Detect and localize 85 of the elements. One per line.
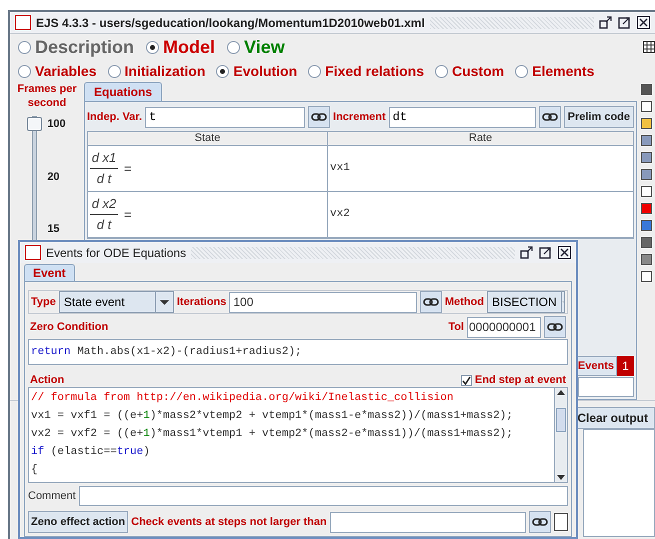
link-button[interactable] bbox=[420, 291, 442, 313]
slider-label: Frames per second bbox=[16, 82, 78, 110]
column-header: Rate bbox=[468, 132, 494, 145]
scroll-up-icon[interactable] bbox=[557, 390, 565, 395]
derivative-denominator: d t bbox=[96, 171, 112, 187]
link-icon bbox=[547, 322, 563, 332]
column-header: State bbox=[88, 132, 328, 145]
caret-icon bbox=[560, 292, 564, 312]
section-tab-label[interactable]: Fixed relations bbox=[325, 60, 424, 82]
type-dropdown[interactable]: State event bbox=[58, 291, 174, 313]
rate-cell-text: vx1 bbox=[330, 161, 350, 176]
field-label: Method bbox=[444, 294, 484, 310]
link-button[interactable] bbox=[529, 511, 551, 533]
restore-icon[interactable] bbox=[520, 246, 533, 260]
app-icon bbox=[15, 15, 31, 30]
code-editor[interactable]: return Math.abs(x1-x2)-(radius1+radius2); bbox=[28, 339, 568, 365]
equals-sign: = bbox=[124, 206, 132, 224]
link-icon bbox=[311, 112, 328, 122]
field-label: Tol bbox=[448, 320, 464, 335]
radio-button[interactable] bbox=[18, 40, 31, 54]
events-count-badge: 1 bbox=[617, 356, 634, 376]
derivative-denominator: d t bbox=[96, 217, 112, 233]
field-label: Comment bbox=[28, 488, 76, 504]
field-label: Zero Condition bbox=[30, 320, 108, 335]
link-button[interactable] bbox=[308, 106, 330, 128]
close-icon[interactable] bbox=[637, 16, 650, 29]
window-title: EJS 4.3.3 - users/sgeducation/lookang/Momentum1D2010web01.xml bbox=[36, 14, 425, 32]
slider-thumb[interactable] bbox=[27, 117, 42, 131]
field-label: Indep. Var. bbox=[87, 110, 142, 125]
link-icon bbox=[532, 517, 548, 527]
link-button[interactable] bbox=[538, 106, 561, 128]
input-field[interactable]: 0000000001 bbox=[467, 316, 541, 338]
tick-label: 15 bbox=[47, 222, 61, 237]
section-tab-label[interactable]: Evolution bbox=[233, 60, 298, 82]
scrollbar-thumb[interactable] bbox=[556, 408, 566, 432]
radio-button[interactable] bbox=[308, 64, 322, 78]
maximize-icon[interactable] bbox=[618, 16, 631, 29]
field-label: Increment bbox=[333, 110, 386, 125]
checkbox[interactable] bbox=[460, 374, 472, 386]
equals-sign: = bbox=[124, 160, 132, 178]
app-icon bbox=[25, 245, 41, 260]
radio-button[interactable] bbox=[108, 64, 120, 78]
derivative-numerator: d x2 bbox=[92, 196, 116, 212]
field-label: Iterations bbox=[176, 294, 226, 310]
comment-field[interactable] bbox=[78, 486, 568, 506]
mode-tab-label[interactable]: Description bbox=[35, 34, 134, 60]
section-tab-label[interactable]: Initialization bbox=[124, 60, 206, 82]
zeno-effect-button[interactable]: Zeno effect action bbox=[28, 511, 128, 533]
radio-button[interactable] bbox=[227, 40, 240, 54]
checkbox-label: End step at event bbox=[474, 372, 566, 388]
scroll-down-icon[interactable] bbox=[557, 475, 565, 480]
radio-button[interactable] bbox=[146, 40, 160, 54]
field-label: Check events at steps not larger than bbox=[131, 514, 327, 530]
input-field[interactable] bbox=[330, 512, 526, 532]
field-label: Action bbox=[30, 372, 64, 388]
radio-button[interactable] bbox=[216, 64, 230, 78]
event-tab[interactable]: Event bbox=[24, 264, 75, 281]
prelim-code-button[interactable]: Prelim code bbox=[564, 106, 634, 128]
derivative-numerator: d x1 bbox=[92, 150, 116, 166]
link-icon bbox=[542, 112, 558, 122]
method-dropdown[interactable]: BISECTION bbox=[487, 291, 565, 313]
radio-button[interactable] bbox=[18, 64, 31, 78]
restore-icon[interactable] bbox=[599, 16, 612, 29]
dialog-title: Events for ODE Equations bbox=[46, 244, 186, 262]
link-icon bbox=[422, 297, 439, 307]
scrollbar[interactable] bbox=[554, 388, 567, 482]
tick-label: 100 bbox=[47, 117, 66, 132]
rate-cell-text: vx2 bbox=[330, 207, 350, 222]
radio-button[interactable] bbox=[434, 64, 448, 78]
input-field[interactable]: t bbox=[145, 106, 306, 128]
section-tab-label[interactable]: Variables bbox=[35, 60, 96, 82]
close-icon[interactable] bbox=[558, 246, 571, 260]
mode-tab-label[interactable]: Model bbox=[163, 34, 216, 60]
mode-tab-label[interactable]: View bbox=[244, 34, 285, 60]
section-tab-label[interactable]: Elements bbox=[532, 60, 594, 82]
field-label: Type bbox=[31, 294, 56, 310]
events-list-field bbox=[578, 377, 634, 397]
equations-tab[interactable]: Equations bbox=[84, 82, 162, 101]
tick-label: 20 bbox=[47, 170, 61, 184]
input-field[interactable]: 100 bbox=[229, 292, 417, 312]
link-button[interactable] bbox=[544, 316, 566, 338]
input-field[interactable]: dt bbox=[388, 106, 536, 128]
section-tab-label[interactable]: Custom bbox=[452, 60, 504, 82]
maximize-icon[interactable] bbox=[539, 246, 552, 260]
radio-button[interactable] bbox=[515, 64, 528, 78]
